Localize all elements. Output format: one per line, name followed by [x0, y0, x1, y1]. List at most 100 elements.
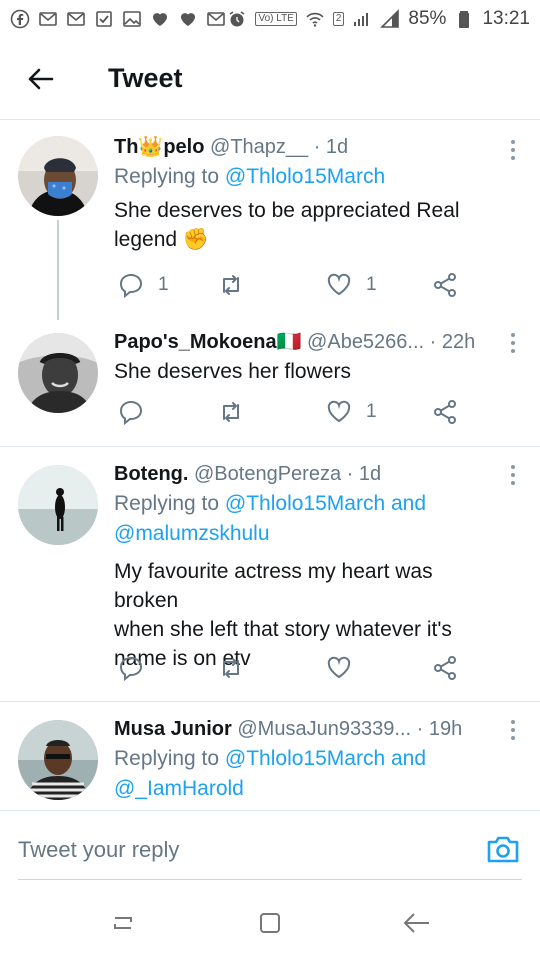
back-icon: [403, 912, 429, 933]
tweet-text-line: She deserves to be appreciated Real: [114, 199, 460, 222]
tweet-text-line: when she left that story whatever it's: [114, 618, 452, 641]
tweet-item[interactable]: Musa Junior @MusaJun93339... · 19h Reply…: [0, 702, 540, 810]
avatar[interactable]: [18, 136, 98, 216]
replying-label: Replying to: [114, 747, 225, 770]
home-button[interactable]: [240, 893, 300, 953]
reply-icon: [119, 400, 143, 425]
system-navigation-bar: [0, 885, 540, 960]
retweet-icon: [223, 402, 239, 422]
thread-line: [57, 220, 59, 320]
display-name[interactable]: Th👑pelo: [114, 136, 204, 158]
timestamp: · 22h: [429, 331, 476, 353]
mention-link[interactable]: @Thlolo15March: [225, 165, 385, 188]
alarm-icon: [227, 9, 247, 29]
share-button[interactable]: [432, 397, 458, 427]
display-name[interactable]: Boteng.: [114, 463, 188, 485]
reply-composer[interactable]: Tweet your reply: [0, 810, 540, 885]
notification-icons: [10, 9, 226, 29]
display-name[interactable]: Papo's_Mokoena🇮🇹: [114, 331, 301, 353]
reply-input[interactable]: Tweet your reply: [18, 837, 179, 863]
retweet-button[interactable]: [218, 653, 244, 683]
volte-indicator: Vo) LTE: [255, 12, 297, 26]
mention-link[interactable]: @Thlolo15March and: [225, 492, 426, 515]
gmail-icon-3: [206, 9, 226, 29]
replying-to: Replying to @Thlolo15March and @malumzskh…: [114, 489, 490, 549]
back-button[interactable]: [0, 38, 80, 120]
home-icon: [259, 912, 280, 933]
timestamp: · 1d: [313, 136, 349, 158]
tweet-content: Papo's_Mokoena🇮🇹 @Abe5266... · 22h She d…: [114, 327, 490, 386]
share-icon: [434, 656, 456, 680]
like-count: 1: [366, 274, 377, 295]
share-button[interactable]: [432, 653, 458, 683]
facebook-icon: [10, 9, 30, 29]
tweet-actions: 1: [114, 397, 474, 427]
camera-icon: [487, 836, 519, 863]
replying-to: Replying to @Thlolo15March: [114, 162, 490, 192]
recent-apps-button[interactable]: [93, 893, 153, 953]
reply-button[interactable]: [118, 397, 144, 427]
heart-icon: [327, 656, 351, 679]
mention-link[interactable]: @_IamHarold: [114, 777, 244, 800]
tweet-content: Musa Junior @MusaJun93339... · 19h Reply…: [114, 714, 490, 804]
reply-count: 1: [158, 274, 169, 295]
tweet-actions: 1 1: [114, 270, 474, 300]
mention-link[interactable]: @malumzskhulu: [114, 522, 270, 545]
reply-button[interactable]: 1: [118, 270, 169, 300]
page-title: Tweet: [108, 63, 183, 93]
avatar[interactable]: [18, 720, 98, 800]
share-icon: [434, 400, 456, 424]
checkbox-icon: [94, 9, 114, 29]
handle[interactable]: @Thapz__: [210, 136, 308, 158]
more-options-button[interactable]: [508, 718, 518, 742]
display-name[interactable]: Musa Junior: [114, 718, 232, 740]
heart-icon: [327, 273, 351, 296]
avatar[interactable]: [18, 333, 98, 413]
tweet-item[interactable]: Th👑pelo @Thapz__ · 1d Replying to @Thlol…: [0, 120, 540, 320]
more-options-button[interactable]: [508, 331, 518, 355]
camera-button[interactable]: [486, 833, 520, 865]
tweet-item[interactable]: Papo's_Mokoena🇮🇹 @Abe5266... · 22h She d…: [0, 315, 540, 447]
share-icon: [434, 273, 456, 297]
tweet-text-line: My favourite actress my heart was broken: [114, 560, 433, 612]
timestamp: · 1d: [346, 463, 382, 485]
retweet-button[interactable]: [218, 397, 244, 427]
retweet-icon: [223, 275, 239, 295]
battery-percent: 85%: [408, 8, 447, 29]
handle[interactable]: @Abe5266...: [307, 331, 424, 353]
tweet-text: She deserves to be appreciated Real legen…: [114, 196, 490, 254]
mention-link[interactable]: @Thlolo15March and: [225, 747, 426, 770]
tweet-header: Th👑pelo @Thapz__ · 1d: [114, 132, 490, 162]
timestamp: · 19h: [416, 718, 463, 740]
more-options-button[interactable]: [508, 138, 518, 162]
avatar[interactable]: [18, 465, 98, 545]
tweet-header: Musa Junior @MusaJun93339... · 19h: [114, 714, 490, 744]
tweet-feed[interactable]: Th👑pelo @Thapz__ · 1d Replying to @Thlol…: [0, 120, 540, 810]
like-button[interactable]: 1: [326, 270, 377, 300]
recent-apps-icon: [114, 916, 133, 929]
tweet-text: She deserves her flowers: [114, 360, 351, 383]
like-button[interactable]: [326, 653, 352, 683]
back-nav-button[interactable]: [387, 893, 447, 953]
arrow-left-icon: [28, 68, 54, 89]
tweet-content: Th👑pelo @Thapz__ · 1d Replying to @Thlol…: [114, 132, 490, 254]
handle[interactable]: @MusaJun93339...: [237, 718, 411, 740]
heart-icon: [327, 400, 351, 423]
tweet-item[interactable]: Boteng. @BotengPereza · 1d Replying to @…: [0, 447, 540, 702]
more-options-button[interactable]: [508, 463, 518, 487]
battery-icon: [454, 9, 474, 29]
gmail-icon-2: [66, 9, 86, 29]
share-button[interactable]: [432, 270, 458, 300]
tweet-actions: [114, 653, 474, 683]
handle[interactable]: @BotengPereza: [194, 463, 341, 485]
like-button[interactable]: 1: [326, 397, 377, 427]
tweet-text-line: legend ✊: [114, 228, 210, 251]
reply-button[interactable]: [118, 653, 144, 683]
heart-icon-2: [178, 9, 198, 29]
retweet-button[interactable]: [218, 270, 244, 300]
signal-icon-2: [380, 9, 400, 29]
reply-icon: [119, 656, 143, 681]
retweet-icon: [223, 658, 239, 678]
replying-to: Replying to @Thlolo15March and @_IamHarol…: [114, 744, 490, 804]
top-app-bar: Tweet: [0, 38, 540, 120]
